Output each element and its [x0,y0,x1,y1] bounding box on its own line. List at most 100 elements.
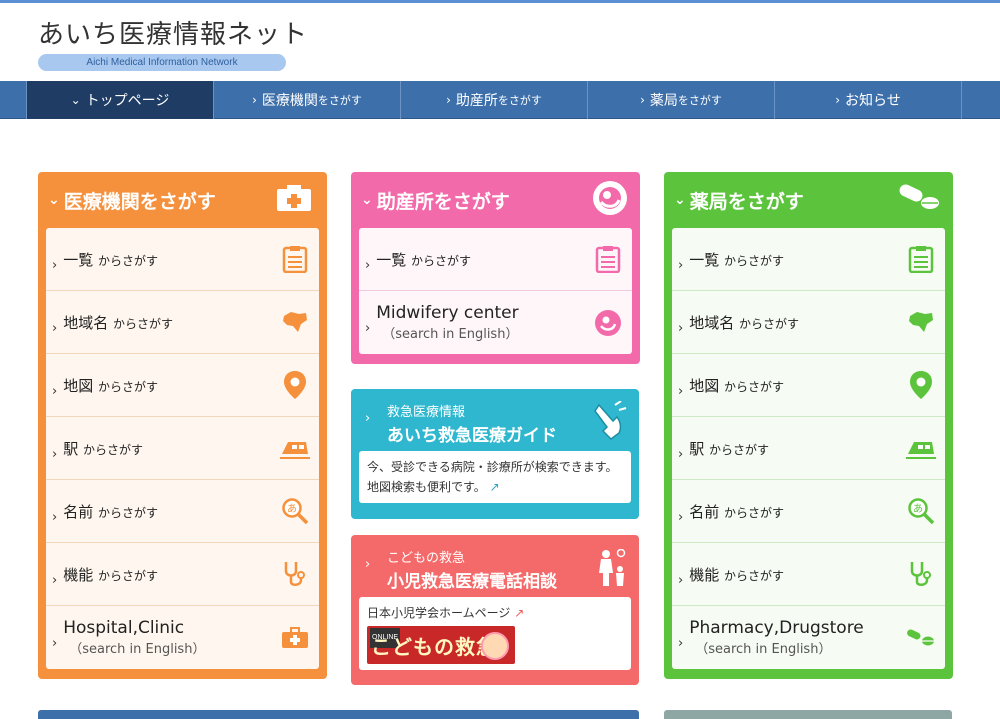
chevron-right-icon: › [52,509,58,525]
pharmacy-search-panel: ⌄ 薬局をさがす › 一覧 からさがす › 地域名 からさがす › 地図 からさ… [664,172,953,679]
nav-item-midwifery[interactable]: › 助産所 をさがす [401,81,588,119]
child-emergency-card[interactable]: › こどもの救急 小児救急医療電話相談 日本小児学会ホームページ ↗ ONLIN… [351,535,639,685]
list-item-english[interactable]: › Hospital,Clinic （search in English） [46,606,319,669]
midwifery-search-panel: ⌄ 助産所をさがす › 一覧 からさがす › Midwifery center （… [351,172,640,364]
list-icon [279,243,311,275]
row-label: 一覧 [689,250,720,269]
main-nav: ⌄ トップページ › 医療機関 をさがす › 助産所 をさがす › 薬局 をさがす ›… [0,81,1000,119]
nav-label: トップページ [85,93,170,109]
nav-suffix: をさがす [317,94,362,107]
mother-baby-icon [592,307,624,339]
chevron-right-icon: › [640,93,645,107]
row-label: 地図 [689,376,720,395]
row-suffix: からさがす [98,379,159,394]
list-item-english[interactable]: › Midwifery center （search in English） [359,291,632,354]
aichi-map-icon [905,306,937,338]
row-suffix: からさがす [709,442,770,457]
nav-label: 助産所 [455,93,498,109]
parent-child-icon [597,548,627,591]
bottom-blue-panel [38,710,639,719]
search-icon: あ [905,495,937,527]
first-aid-kit-icon [279,622,311,654]
hospital-search-panel: ⌄ 医療機関をさがす › 一覧 からさがす › 地域名 からさがす › 地図 か… [38,172,327,679]
row-suffix: （search in English） [382,327,519,342]
list-icon [905,243,937,275]
list-item-map[interactable]: › 地図 からさがす [46,354,319,417]
nav-item-news[interactable]: › お知らせ [775,81,962,119]
list-item-index[interactable]: › 一覧 からさがす [46,228,319,291]
row-suffix: からさがす [724,253,785,268]
row-label: Hospital,Clinic [63,618,185,638]
svg-text:あ: あ [913,503,923,515]
list-item-name[interactable]: › 名前 からさがす あ [672,480,945,543]
pills-icon [897,183,941,218]
list-item-map[interactable]: › 地図 からさがす [672,354,945,417]
nav-spacer [0,81,27,119]
hospital-panel-header[interactable]: ⌄ 医療機関をさがす [38,172,327,228]
logo-title: あいち医療情報ネット [38,20,309,50]
nav-label: 薬局 [649,93,678,109]
list-item-function[interactable]: › 機能 からさがす [46,543,319,606]
top-accent-line [0,0,1000,3]
nav-label: 医療機関 [261,93,318,109]
map-pin-icon [905,369,937,401]
pointing-hand-icon [593,400,627,445]
nav-item-hospital[interactable]: › 医療機関 をさがす [214,81,401,119]
chevron-right-icon: › [365,257,371,273]
chevron-right-icon: › [678,383,684,399]
row-label: 一覧 [376,250,407,269]
list-item-name[interactable]: › 名前 からさがす あ [46,480,319,543]
row-suffix: （search in English） [69,642,206,657]
kodomo-kyukyu-banner[interactable]: ONLINE こどもの救急 [367,626,515,664]
chevron-down-icon: ⌄ [70,93,81,107]
chevron-down-icon: ⌄ [48,192,60,208]
row-label: Midwifery center [376,303,519,323]
chevron-right-icon: › [678,572,684,588]
chevron-down-icon: ⌄ [361,192,373,208]
search-icon: あ [279,495,311,527]
list-item-index[interactable]: › 一覧 からさがす [359,228,632,291]
external-link-icon: ↗ [489,480,500,494]
list-item-region[interactable]: › 地域名 からさがす [672,291,945,354]
row-suffix: からさがす [724,505,785,520]
bottom-gray-panel [664,710,952,719]
emergency-guide-card[interactable]: › 救急医療情報 あいち救急医療ガイド 今、受診できる病院・診療所が検索できます… [351,389,639,519]
chevron-right-icon: › [678,509,684,525]
chevron-right-icon: › [678,320,684,336]
list-item-station[interactable]: › 駅 からさがす [672,417,945,480]
midwifery-panel-header[interactable]: ⌄ 助産所をさがす [351,172,640,228]
stethoscope-icon [279,558,311,590]
chevron-right-icon: › [52,320,58,336]
chevron-right-icon: › [835,93,841,107]
nav-suffix: をさがす [497,94,542,107]
stethoscope-icon [905,558,937,590]
row-suffix: からさがす [83,442,144,457]
chevron-right-icon: › [365,411,371,426]
row-suffix: からさがす [724,379,785,394]
jps-homepage-link[interactable]: 日本小児学会ホームページ [367,606,510,620]
list-item-station[interactable]: › 駅 からさがす [46,417,319,480]
pharmacy-panel-header[interactable]: ⌄ 薬局をさがす [664,172,953,228]
list-item-region[interactable]: › 地域名 からさがす [46,291,319,354]
chevron-right-icon: › [52,383,58,399]
emergency-card-header: › 救急医療情報 あいち救急医療ガイド [351,389,639,451]
row-suffix: からさがす [98,505,159,520]
chevron-right-icon: › [678,257,684,273]
list-item-function[interactable]: › 機能 からさがす [672,543,945,606]
row-label: 機能 [689,565,720,584]
external-link-icon: ↗ [514,606,525,620]
list-item-index[interactable]: › 一覧 からさがす [672,228,945,291]
site-logo[interactable]: あいち医療情報ネット Aichi Medical Information Net… [38,14,308,71]
list-item-english[interactable]: › Pharmacy,Drugstore （search in English） [672,606,945,669]
banner-text: こどもの救急 [371,635,497,659]
nav-item-pharmacy[interactable]: › 薬局 をさがす [588,81,775,119]
svg-text:あ: あ [287,503,297,515]
nav-label: お知らせ [845,93,901,109]
nav-item-top[interactable]: ⌄ トップページ [27,81,214,119]
chevron-right-icon: › [52,257,58,273]
row-label: 一覧 [63,250,94,269]
chevron-right-icon: › [52,446,58,462]
panel-title: 医療機関をさがす [63,190,216,213]
logo-subtitle: Aichi Medical Information Network [38,54,286,71]
pills-icon [905,622,937,654]
